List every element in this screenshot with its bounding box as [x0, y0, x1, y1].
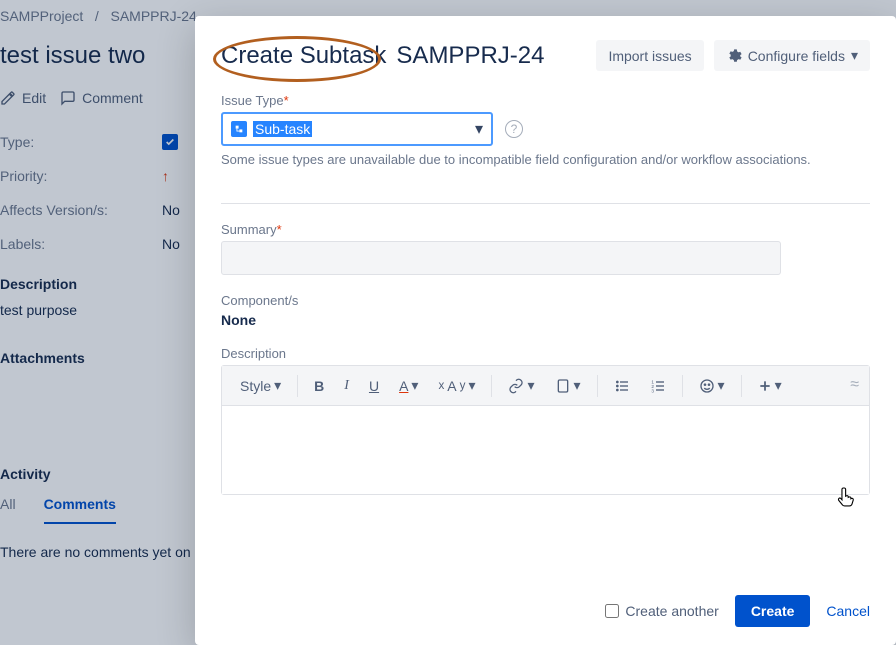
components-label: Component/s: [221, 293, 870, 308]
bullet-list-icon: [614, 378, 630, 394]
link-icon: [508, 378, 524, 394]
create-another-checkbox[interactable]: Create another: [605, 603, 718, 619]
emoji-icon: [699, 378, 715, 394]
rte-attachment-button[interactable]: ▾: [547, 373, 589, 398]
rte-underline-button[interactable]: U: [361, 374, 387, 398]
rte-style-button[interactable]: Style▾: [232, 373, 289, 398]
chevron-down-icon: ▾: [527, 377, 534, 394]
issue-type-hint: Some issue types are unavailable due to …: [221, 152, 870, 167]
create-another-input[interactable]: [605, 604, 619, 618]
rte-bold-button[interactable]: B: [306, 374, 332, 398]
import-issues-button[interactable]: Import issues: [596, 40, 703, 71]
chevron-down-icon: ▾: [475, 119, 483, 139]
svg-text:3: 3: [651, 388, 654, 393]
chevron-down-icon: ▾: [718, 377, 725, 394]
chevron-down-icon: ▾: [574, 377, 581, 394]
rte-separator: [741, 375, 742, 397]
rte-clear-formatting-button[interactable]: xAy ▾: [430, 373, 483, 398]
collapse-icon[interactable]: ≈: [850, 376, 859, 394]
rte-numbered-list-button[interactable]: 123: [642, 374, 674, 398]
cancel-button[interactable]: Cancel: [826, 603, 870, 619]
description-editor[interactable]: Style▾ B I U A ▾ xAy ▾ ▾ ▾ 123 ▾ ▾ ≈: [221, 365, 870, 495]
summary-label: Summary*: [221, 222, 870, 237]
issue-type-value: Sub-task: [253, 121, 312, 137]
rte-separator: [597, 375, 598, 397]
create-another-label: Create another: [625, 603, 718, 619]
components-value: None: [221, 312, 870, 328]
rte-separator: [682, 375, 683, 397]
rte-textcolor-button[interactable]: A ▾: [391, 373, 426, 398]
summary-input[interactable]: [221, 241, 781, 275]
plus-icon: [758, 379, 772, 393]
rte-separator: [297, 375, 298, 397]
description-label: Description: [221, 346, 870, 361]
rte-emoji-button[interactable]: ▾: [691, 373, 733, 398]
create-button[interactable]: Create: [735, 595, 811, 627]
chevron-down-icon: ▾: [411, 377, 418, 394]
rte-toolbar: Style▾ B I U A ▾ xAy ▾ ▾ ▾ 123 ▾ ▾: [222, 366, 869, 406]
issue-type-select[interactable]: Sub-task ▾: [221, 112, 493, 146]
modal-issue-key: SAMPPRJ-24: [396, 42, 544, 70]
rte-italic-button[interactable]: I: [336, 374, 357, 398]
rte-separator: [491, 375, 492, 397]
rte-insert-button[interactable]: ▾: [750, 373, 790, 398]
rte-body[interactable]: [222, 406, 869, 494]
configure-fields-label: Configure fields: [748, 48, 845, 64]
chevron-down-icon: ▾: [468, 377, 475, 394]
subtask-type-icon: [231, 121, 247, 137]
configure-fields-button[interactable]: Configure fields ▾: [714, 40, 870, 71]
chevron-down-icon: ▾: [851, 47, 858, 64]
help-icon[interactable]: ?: [505, 120, 523, 138]
divider: [221, 203, 870, 204]
gear-icon: [726, 48, 742, 64]
create-subtask-modal: Create Subtask SAMPPRJ-24 Import issues …: [195, 16, 896, 645]
modal-title: Create Subtask: [221, 42, 386, 70]
numbered-list-icon: 123: [650, 378, 666, 394]
attachment-icon: [555, 378, 571, 394]
issue-type-label: Issue Type*: [221, 93, 870, 108]
chevron-down-icon: ▾: [274, 377, 281, 394]
rte-link-button[interactable]: ▾: [500, 373, 542, 398]
rte-bullet-list-button[interactable]: [606, 374, 638, 398]
chevron-down-icon: ▾: [775, 377, 782, 394]
